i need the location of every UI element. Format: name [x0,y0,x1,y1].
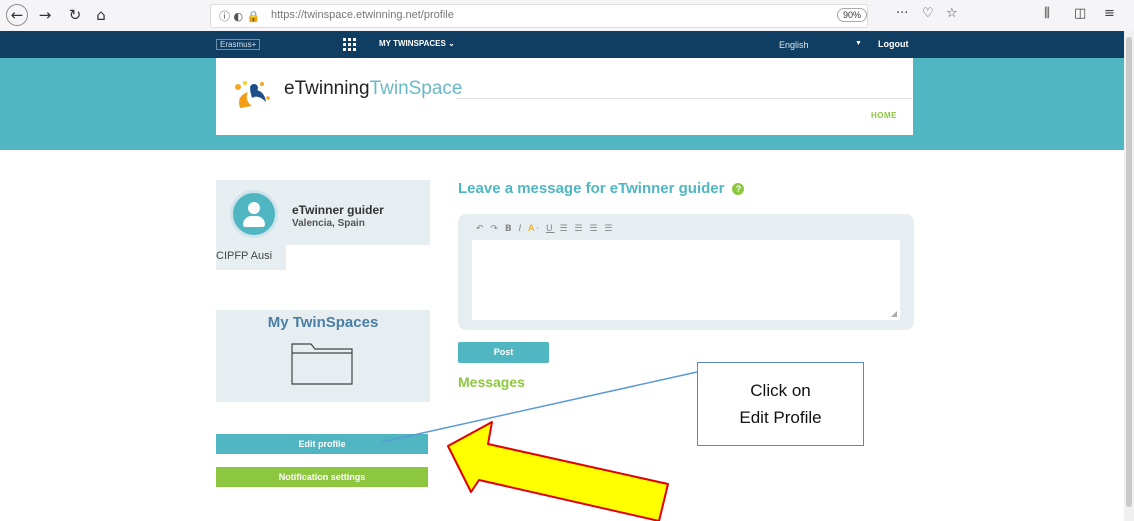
twinspaces-card: My TwinSpaces [216,310,430,402]
site-top-nav: Erasmus+ MY TWINSPACES ⌄ English ▼ Logou… [0,31,1134,58]
message-textarea[interactable] [472,240,900,320]
apps-grid-icon[interactable] [343,38,357,52]
messages-heading: Messages [458,374,525,390]
menu-icon[interactable]: ≡ [1104,6,1115,21]
avatar[interactable] [230,190,278,238]
profile-location: Valencia, Spain [292,218,365,229]
callout-box: Click on Edit Profile [697,362,864,446]
yellow-arrow-icon [447,421,669,521]
resize-handle-icon[interactable] [891,311,897,317]
page-scrollbar[interactable] [1124,31,1134,521]
edit-profile-button[interactable]: Edit profile [216,434,428,454]
message-editor: ↶ ↷ B I A· U ☰ ☰ ☰ ☰ [458,214,914,330]
user-icon [248,202,260,214]
user-icon-body [243,216,265,227]
chevron-down-icon[interactable]: ▼ [855,40,862,47]
etwinning-logo-icon[interactable] [230,78,272,112]
zoom-level-badge[interactable]: 90% [837,8,868,22]
my-twinspaces-label: MY TWINSPACES [379,39,446,48]
url-text[interactable]: https://twinspace.etwinning.net/profile [271,9,454,21]
callout-line-2: Edit Profile [739,408,822,427]
divider [456,98,912,99]
home-link[interactable]: HOME [871,111,897,120]
my-twinspaces-menu[interactable]: MY TWINSPACES ⌄ [379,39,455,48]
pocket-icon[interactable]: ♡ [922,6,934,21]
notification-settings-button[interactable]: Notification settings [216,467,428,487]
scrollbar-thumb[interactable] [1126,37,1132,507]
reload-icon[interactable]: ↻ [64,4,86,26]
home-icon[interactable]: ⌂ [90,4,112,26]
twinspaces-title[interactable]: My TwinSpaces [216,314,430,331]
redaction-mask [216,270,430,310]
library-icon[interactable]: ⫼ [1044,6,1050,21]
editor-toolbar[interactable]: ↶ ↷ B I A· U ☰ ☰ ☰ ☰ [476,224,614,234]
address-bar[interactable]: ⓘ ◐ 🔒 https://twinspace.etwinning.net/pr… [210,4,868,28]
forward-arrow-icon[interactable]: → [34,4,56,26]
erasmus-logo[interactable]: Erasmus+ [216,39,261,50]
site-info-icon[interactable]: ⓘ ◐ 🔒 [219,8,260,24]
profile-card: eTwinner guider Valencia, Spain CIPFP Au… [216,180,430,285]
language-selector[interactable]: English [779,40,809,50]
site-logo-text[interactable]: eTwinningTwinSpace [284,78,463,100]
message-title-text: Leave a message for eTwinner guider [458,180,725,197]
callout-line-1: Click on [750,381,811,400]
chevron-down-icon: ⌄ [448,39,455,48]
sidebar-toggle-icon[interactable]: ◫ [1074,6,1086,21]
profile-name: eTwinner guider [292,203,384,217]
browser-toolbar: ← → ↻ ⌂ ⓘ ◐ 🔒 https://twinspace.etwinnin… [0,0,1134,32]
help-icon[interactable]: ? [732,183,745,196]
profile-school: CIPFP Ausi [216,250,273,262]
logo-etwinning: eTwinning [284,78,370,99]
post-button[interactable]: Post [458,342,549,363]
logo-twinspace: TwinSpace [369,78,463,99]
logout-link[interactable]: Logout [878,39,909,49]
folder-icon[interactable] [291,343,353,385]
page-actions-icon[interactable]: ··· [896,6,908,21]
message-title: Leave a message for eTwinner guider? [458,180,745,197]
bookmark-star-icon[interactable]: ☆ [946,6,958,21]
header-card: eTwinningTwinSpace HOME [216,58,913,135]
back-arrow-icon[interactable]: ← [6,4,28,26]
